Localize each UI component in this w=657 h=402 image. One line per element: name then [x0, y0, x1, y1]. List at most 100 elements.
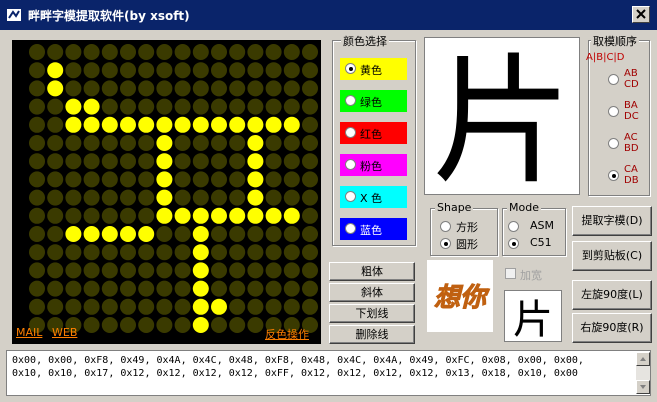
- matrix-dot-off[interactable]: [211, 317, 227, 333]
- matrix-dot-off[interactable]: [120, 44, 136, 60]
- matrix-dot-on[interactable]: [229, 116, 246, 133]
- matrix-dot-off[interactable]: [83, 298, 100, 315]
- matrix-dot-off[interactable]: [229, 44, 246, 60]
- matrix-dot-off[interactable]: [211, 44, 227, 60]
- scroll-up-button[interactable]: [636, 352, 650, 366]
- matrix-dot-off[interactable]: [265, 62, 282, 79]
- color-option[interactable]: 粉色: [340, 154, 407, 176]
- matrix-dot-off[interactable]: [138, 80, 155, 97]
- color-option-radio[interactable]: [345, 127, 356, 138]
- matrix-dot-off[interactable]: [283, 44, 300, 60]
- matrix-dot-on[interactable]: [156, 116, 173, 133]
- matrix-dot-on[interactable]: [283, 116, 300, 133]
- widen-checkbox[interactable]: [505, 268, 516, 279]
- matrix-dot-on[interactable]: [247, 171, 264, 188]
- matrix-dot-off[interactable]: [229, 153, 246, 170]
- matrix-dot-off[interactable]: [47, 44, 64, 60]
- color-option-radio[interactable]: [345, 191, 356, 202]
- matrix-dot-off[interactable]: [156, 98, 173, 115]
- matrix-dot-off[interactable]: [101, 317, 118, 333]
- matrix-dot-off[interactable]: [101, 98, 118, 115]
- matrix-dot-off[interactable]: [101, 153, 118, 170]
- matrix-dot-off[interactable]: [174, 62, 191, 79]
- matrix-dot-off[interactable]: [247, 244, 264, 261]
- matrix-dot-off[interactable]: [120, 189, 136, 206]
- matrix-dot-off[interactable]: [29, 244, 45, 261]
- matrix-dot-off[interactable]: [211, 135, 227, 151]
- matrix-dot-off[interactable]: [229, 262, 246, 279]
- matrix-dot-off[interactable]: [211, 262, 227, 279]
- matrix-dot-off[interactable]: [156, 62, 173, 79]
- matrix-dot-off[interactable]: [156, 44, 173, 60]
- matrix-dot-off[interactable]: [83, 80, 100, 97]
- matrix-dot-on[interactable]: [47, 62, 64, 79]
- matrix-dot-off[interactable]: [101, 298, 118, 315]
- matrix-dot-off[interactable]: [101, 207, 118, 224]
- matrix-dot-off[interactable]: [211, 62, 227, 79]
- matrix-dot-off[interactable]: [265, 135, 282, 151]
- matrix-dot-off[interactable]: [174, 262, 191, 279]
- matrix-dot-off[interactable]: [47, 116, 64, 133]
- matrix-dot-off[interactable]: [283, 298, 300, 315]
- matrix-dot-off[interactable]: [65, 262, 82, 279]
- matrix-dot-off[interactable]: [211, 153, 227, 170]
- matrix-dot-off[interactable]: [174, 80, 191, 97]
- matrix-dot-off[interactable]: [65, 207, 82, 224]
- matrix-dot-off[interactable]: [29, 262, 45, 279]
- matrix-dot-off[interactable]: [247, 44, 264, 60]
- matrix-dot-on[interactable]: [192, 244, 209, 261]
- matrix-dot-off[interactable]: [65, 80, 82, 97]
- matrix-dot-off[interactable]: [265, 98, 282, 115]
- matrix-dot-off[interactable]: [138, 280, 155, 297]
- matrix-dot-off[interactable]: [65, 171, 82, 188]
- matrix-dot-off[interactable]: [156, 80, 173, 97]
- matrix-dot-on[interactable]: [247, 116, 264, 133]
- matrix-dot-on[interactable]: [83, 226, 100, 242]
- matrix-dot-off[interactable]: [65, 62, 82, 79]
- matrix-dot-off[interactable]: [83, 153, 100, 170]
- matrix-dot-off[interactable]: [120, 153, 136, 170]
- matrix-dot-off[interactable]: [120, 135, 136, 151]
- matrix-dot-off[interactable]: [47, 244, 64, 261]
- matrix-dot-off[interactable]: [302, 116, 318, 133]
- matrix-dot-off[interactable]: [83, 62, 100, 79]
- matrix-dot-off[interactable]: [120, 298, 136, 315]
- matrix-dot-off[interactable]: [283, 244, 300, 261]
- color-option[interactable]: X 色: [340, 186, 407, 208]
- matrix-dot-off[interactable]: [265, 298, 282, 315]
- matrix-dot-off[interactable]: [138, 171, 155, 188]
- matrix-dot-off[interactable]: [265, 244, 282, 261]
- matrix-dot-off[interactable]: [120, 280, 136, 297]
- matrix-dot-off[interactable]: [101, 135, 118, 151]
- matrix-dot-off[interactable]: [192, 62, 209, 79]
- matrix-dot-off[interactable]: [174, 171, 191, 188]
- matrix-dot-off[interactable]: [65, 153, 82, 170]
- matrix-dot-off[interactable]: [302, 44, 318, 60]
- matrix-dot-off[interactable]: [302, 189, 318, 206]
- matrix-dot-off[interactable]: [247, 80, 264, 97]
- matrix-dot-on[interactable]: [101, 226, 118, 242]
- matrix-dot-off[interactable]: [120, 244, 136, 261]
- matrix-dot-off[interactable]: [29, 135, 45, 151]
- matrix-dot-off[interactable]: [174, 226, 191, 242]
- shape-square-radio[interactable]: [440, 221, 451, 232]
- matrix-dot-off[interactable]: [138, 62, 155, 79]
- matrix-dot-off[interactable]: [283, 98, 300, 115]
- matrix-dot-off[interactable]: [265, 80, 282, 97]
- matrix-dot-off[interactable]: [174, 44, 191, 60]
- matrix-dot-off[interactable]: [29, 207, 45, 224]
- matrix-dot-off[interactable]: [29, 153, 45, 170]
- close-button[interactable]: [632, 6, 650, 23]
- matrix-dot-off[interactable]: [211, 98, 227, 115]
- matrix-dot-off[interactable]: [174, 189, 191, 206]
- order-option-radio[interactable]: [608, 106, 619, 117]
- matrix-dot-off[interactable]: [302, 153, 318, 170]
- matrix-dot-on[interactable]: [83, 116, 100, 133]
- matrix-dot-off[interactable]: [247, 280, 264, 297]
- matrix-dot-off[interactable]: [302, 262, 318, 279]
- matrix-dot-on[interactable]: [247, 207, 264, 224]
- matrix-dot-off[interactable]: [247, 62, 264, 79]
- matrix-dot-off[interactable]: [265, 171, 282, 188]
- matrix-dot-on[interactable]: [65, 116, 82, 133]
- matrix-dot-on[interactable]: [211, 298, 227, 315]
